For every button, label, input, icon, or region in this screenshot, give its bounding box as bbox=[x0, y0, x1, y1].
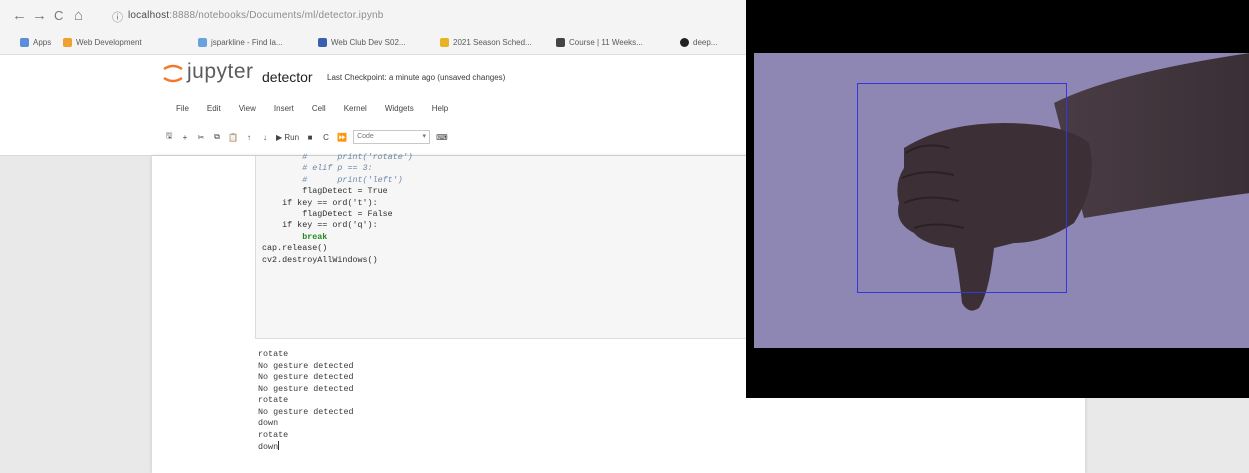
menu-edit[interactable]: Edit bbox=[201, 104, 233, 113]
menu-kernel[interactable]: Kernel bbox=[338, 104, 379, 113]
notebook-toolbar: 🖫 + ✂ ⧉ 📋 ↑ ↓ ▶ Run ■ C ⏩ Code ⌨ bbox=[164, 130, 448, 144]
star-icon bbox=[63, 38, 72, 47]
github-icon bbox=[680, 38, 689, 47]
bookmark-jsparkline[interactable]: jsparkline - Find la... bbox=[198, 38, 283, 47]
detection-box bbox=[857, 83, 1067, 293]
bookmark-apps[interactable]: Apps bbox=[20, 38, 51, 47]
output-line-last: down bbox=[258, 441, 280, 452]
info-icon[interactable]: ⓘ bbox=[112, 10, 123, 26]
cut-button[interactable]: ✂ bbox=[196, 133, 206, 142]
text-cursor bbox=[278, 441, 280, 450]
restart-run-all-button[interactable]: ⏩ bbox=[337, 133, 347, 142]
address-bar[interactable]: localhost:8888/notebooks/Documents/ml/de… bbox=[128, 10, 384, 21]
site-icon bbox=[318, 38, 327, 47]
bookmark-course[interactable]: Course | 11 Weeks... bbox=[556, 38, 643, 47]
cell-type-select[interactable]: Code bbox=[353, 130, 431, 144]
move-down-button[interactable]: ↓ bbox=[260, 133, 270, 142]
output-line: No gesture detected bbox=[258, 383, 354, 394]
code-line: break bbox=[262, 231, 328, 242]
copy-button[interactable]: ⧉ bbox=[212, 132, 222, 142]
forward-button[interactable]: → bbox=[32, 8, 47, 24]
code-line: cv2.destroyAllWindows() bbox=[262, 254, 378, 265]
jupyter-logo-text: jupyter bbox=[187, 60, 254, 83]
restart-button[interactable]: C bbox=[321, 133, 331, 142]
run-button[interactable]: ▶ Run bbox=[276, 133, 299, 142]
menu-widgets[interactable]: Widgets bbox=[379, 104, 426, 113]
notebook-name[interactable]: detector bbox=[262, 69, 313, 85]
output-line: No gesture detected bbox=[258, 406, 354, 417]
cell-output: rotate No gesture detected No gesture de… bbox=[258, 349, 354, 454]
code-line: # elif p == 3: bbox=[262, 163, 373, 174]
back-button[interactable]: ← bbox=[12, 8, 27, 24]
code-line: if key == ord('q'): bbox=[262, 220, 378, 231]
move-up-button[interactable]: ↑ bbox=[244, 133, 254, 142]
apps-icon bbox=[20, 38, 29, 47]
code-line: flagDetect = False bbox=[262, 209, 393, 220]
bookmark-season-schedule[interactable]: 2021 Season Sched... bbox=[440, 38, 532, 47]
menu-insert[interactable]: Insert bbox=[268, 104, 306, 113]
code-line: flagDetect = True bbox=[262, 186, 388, 197]
site-icon bbox=[440, 38, 449, 47]
menu-view[interactable]: View bbox=[233, 104, 268, 113]
output-line: rotate bbox=[258, 395, 289, 405]
bookmark-deep[interactable]: deep... bbox=[680, 38, 717, 47]
menu-file[interactable]: File bbox=[170, 104, 201, 113]
bookmark-web-development[interactable]: Web Development bbox=[63, 38, 142, 47]
address-host: localhost bbox=[128, 10, 170, 21]
output-line: rotate bbox=[258, 349, 289, 359]
site-icon bbox=[198, 38, 207, 47]
reload-button[interactable]: C bbox=[54, 8, 63, 24]
keyboard-icon[interactable]: ⌨ bbox=[436, 133, 448, 142]
insert-cell-button[interactable]: + bbox=[180, 133, 190, 142]
bookmark-web-club[interactable]: Web Club Dev S02... bbox=[318, 38, 406, 47]
checkpoint-status: Last Checkpoint: a minute ago (unsaved c… bbox=[327, 73, 506, 82]
menu-cell[interactable]: Cell bbox=[306, 104, 338, 113]
jupyter-logo-icon bbox=[163, 64, 183, 83]
stop-button[interactable]: ■ bbox=[305, 133, 315, 142]
output-line: No gesture detected bbox=[258, 372, 354, 382]
code-line: # print('left') bbox=[262, 174, 403, 185]
code-line: cap.release() bbox=[262, 243, 328, 254]
home-button[interactable]: ⌂ bbox=[74, 8, 83, 24]
output-line: No gesture detected bbox=[258, 360, 354, 371]
menu-help[interactable]: Help bbox=[426, 104, 460, 113]
paste-button[interactable]: 📋 bbox=[228, 133, 238, 142]
save-button[interactable]: 🖫 bbox=[164, 130, 174, 144]
output-line: rotate bbox=[258, 429, 289, 440]
site-icon bbox=[556, 38, 565, 47]
output-line: down bbox=[258, 418, 279, 428]
code-line: if key == ord('t'): bbox=[262, 197, 378, 208]
address-path: :8888/notebooks/Documents/ml/detector.ip… bbox=[169, 10, 384, 21]
code-editor[interactable]: # print('rotate') # elif p == 3: # print… bbox=[262, 152, 413, 266]
menubar: File Edit View Insert Cell Kernel Widget… bbox=[170, 104, 460, 113]
code-line: # print('rotate') bbox=[262, 152, 413, 162]
